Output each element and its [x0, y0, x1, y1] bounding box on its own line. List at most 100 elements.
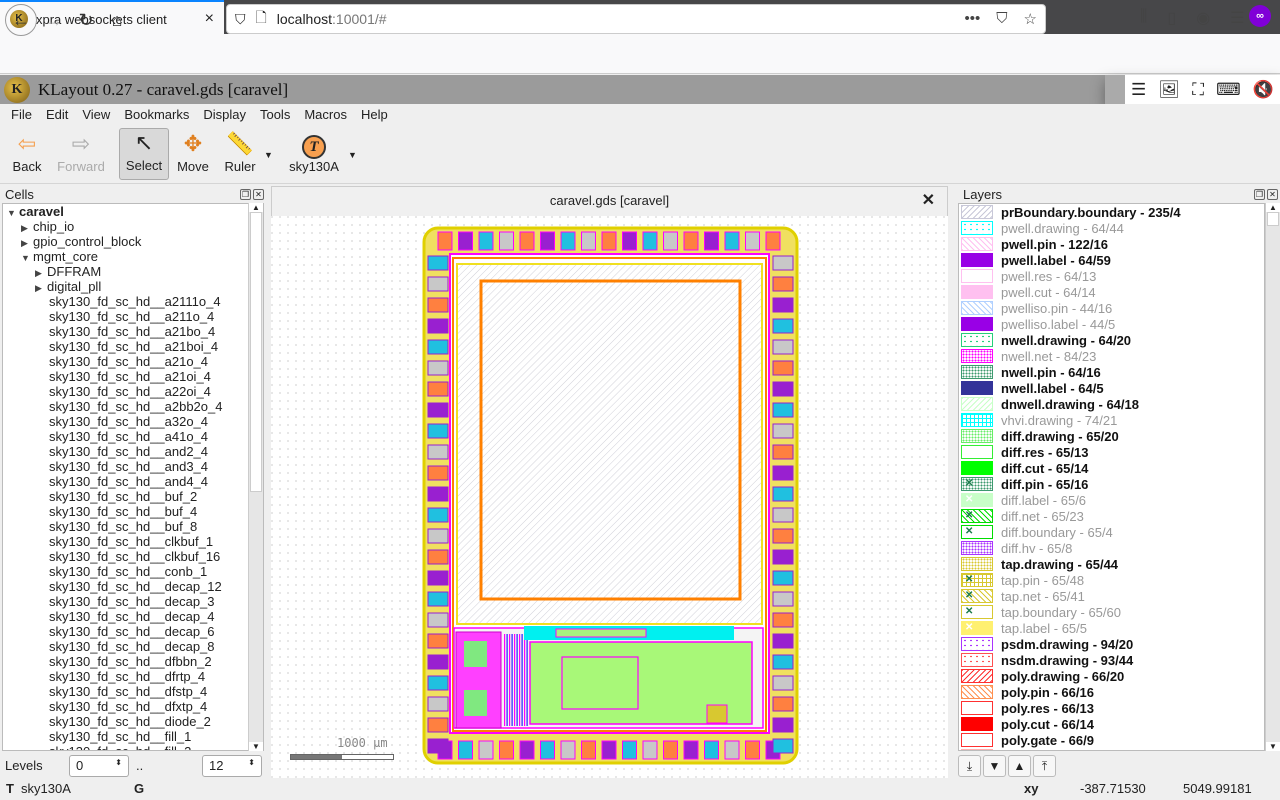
home-icon[interactable]: ⌂: [103, 6, 131, 34]
layer-item[interactable]: ✕ diff.boundary - 65/4: [959, 524, 1264, 540]
layer-item[interactable]: diff.cut - 65/14: [959, 460, 1264, 476]
layer-swatch-icon[interactable]: ✕: [961, 605, 993, 619]
layer-item[interactable]: pwell.label - 64/59: [959, 252, 1264, 268]
cell-item[interactable]: sky130_fd_sc_hd__decap_3: [3, 594, 263, 609]
layer-swatch-icon[interactable]: [961, 557, 993, 571]
menu-icon[interactable]: ☰: [1230, 8, 1244, 28]
cell-item[interactable]: sky130_fd_sc_hd__decap_4: [3, 609, 263, 624]
url-bar[interactable]: ⛉ 🗋 localhost:10001/# ••• ⛉ ☆: [226, 4, 1046, 34]
layer-swatch-icon[interactable]: [961, 205, 993, 219]
cell-item[interactable]: ▼ caravel: [3, 204, 263, 219]
cell-item[interactable]: sky130_fd_sc_hd__and3_4: [3, 459, 263, 474]
windows-icon[interactable]: 🖼: [1158, 80, 1180, 100]
layer-item[interactable]: nwell.pin - 64/16: [959, 364, 1264, 380]
layer-item[interactable]: pwell.res - 64/13: [959, 268, 1264, 284]
cell-item[interactable]: sky130_fd_sc_hd__clkbuf_16: [3, 549, 263, 564]
move-layer-top-icon[interactable]: ⤒: [1033, 755, 1056, 777]
level-to-spinbox[interactable]: 12 ⬍: [202, 755, 262, 777]
chip-layout-drawing[interactable]: [271, 216, 948, 778]
move-layer-down-icon[interactable]: ▼: [983, 755, 1006, 777]
layer-swatch-icon[interactable]: ✕: [961, 573, 993, 587]
layer-swatch-icon[interactable]: ✕: [961, 477, 993, 491]
float-panel-icon[interactable]: ❐: [1254, 188, 1265, 200]
layer-item[interactable]: poly.res - 66/13: [959, 700, 1264, 716]
layer-list-scrollbar[interactable]: ▲ ▼: [1265, 203, 1280, 751]
layer-swatch-icon[interactable]: [961, 445, 993, 459]
technology-dropdown-icon[interactable]: ▼: [348, 150, 357, 160]
close-panel-icon[interactable]: ✕: [1267, 188, 1278, 200]
layer-swatch-icon[interactable]: [961, 381, 993, 395]
layer-item[interactable]: ✕ diff.pin - 65/16: [959, 476, 1264, 492]
cell-item[interactable]: sky130_fd_sc_hd__buf_2: [3, 489, 263, 504]
layer-swatch-icon[interactable]: [961, 269, 993, 283]
cell-item[interactable]: sky130_fd_sc_hd__buf_8: [3, 519, 263, 534]
spin-arrows-icon[interactable]: ⬍: [248, 758, 255, 767]
cell-item[interactable]: ▶ digital_pll: [3, 279, 263, 294]
layer-item[interactable]: nwell.drawing - 64/20: [959, 332, 1264, 348]
layer-swatch-icon[interactable]: [961, 397, 993, 411]
more-icon[interactable]: •••: [965, 10, 981, 28]
layer-item[interactable]: poly.gate - 66/9: [959, 732, 1264, 748]
layer-item[interactable]: poly.drawing - 66/20: [959, 668, 1264, 684]
layer-swatch-icon[interactable]: [961, 221, 993, 235]
sound-muted-icon[interactable]: 🔇: [1253, 80, 1274, 100]
menu-tools[interactable]: Tools: [253, 104, 297, 126]
close-tab-icon[interactable]: ×: [205, 10, 214, 28]
layer-swatch-icon[interactable]: ✕: [961, 621, 993, 635]
cell-item[interactable]: sky130_fd_sc_hd__decap_6: [3, 624, 263, 639]
ruler-button[interactable]: 📏 Ruler: [222, 128, 258, 180]
menu-bookmarks[interactable]: Bookmarks: [117, 104, 196, 126]
layer-swatch-icon[interactable]: [961, 653, 993, 667]
close-panel-icon[interactable]: ✕: [253, 188, 264, 200]
layer-item[interactable]: poly.label - 66/5: [959, 748, 1264, 750]
pocket-icon[interactable]: ⛉: [996, 10, 1007, 28]
menu-macros[interactable]: Macros: [297, 104, 354, 126]
layer-swatch-icon[interactable]: [961, 541, 993, 555]
cell-item[interactable]: sky130_fd_sc_hd__fill_2: [3, 744, 263, 750]
cell-item[interactable]: sky130_fd_sc_hd__decap_12: [3, 579, 263, 594]
layer-item[interactable]: ✕ tap.pin - 65/48: [959, 572, 1264, 588]
layer-item[interactable]: diff.drawing - 65/20: [959, 428, 1264, 444]
layer-swatch-icon[interactable]: ✕: [961, 525, 993, 539]
layer-swatch-icon[interactable]: [961, 733, 993, 747]
layer-swatch-icon[interactable]: [961, 285, 993, 299]
layer-swatch-icon[interactable]: [961, 301, 993, 315]
keyboard-icon[interactable]: ⌨: [1216, 80, 1241, 100]
layer-item[interactable]: pwell.cut - 64/14: [959, 284, 1264, 300]
account-icon[interactable]: ◉: [1196, 8, 1210, 28]
layer-item[interactable]: diff.res - 65/13: [959, 444, 1264, 460]
menu-view[interactable]: View: [75, 104, 117, 126]
back-button[interactable]: ⇦ Back: [6, 128, 48, 180]
layer-swatch-icon[interactable]: [961, 749, 993, 750]
layer-swatch-icon[interactable]: [961, 365, 993, 379]
menu-help[interactable]: Help: [354, 104, 395, 126]
bookmark-star-icon[interactable]: ☆: [1024, 10, 1037, 28]
cell-item[interactable]: sky130_fd_sc_hd__and4_4: [3, 474, 263, 489]
cell-item[interactable]: sky130_fd_sc_hd__a21o_4: [3, 354, 263, 369]
layer-swatch-icon[interactable]: [961, 333, 993, 347]
cell-item[interactable]: sky130_fd_sc_hd__diode_2: [3, 714, 263, 729]
layer-item[interactable]: nwell.label - 64/5: [959, 380, 1264, 396]
expanded-icon[interactable]: ▼: [7, 206, 19, 221]
cell-item[interactable]: sky130_fd_sc_hd__decap_8: [3, 639, 263, 654]
fullscreen-icon[interactable]: ⛶: [1192, 80, 1204, 100]
cell-tree-scrollbar[interactable]: ▲ ▼: [248, 203, 263, 751]
layer-item[interactable]: pwell.pin - 122/16: [959, 236, 1264, 252]
layer-item[interactable]: nsdm.drawing - 93/44: [959, 652, 1264, 668]
layer-swatch-icon[interactable]: [961, 461, 993, 475]
cell-item[interactable]: sky130_fd_sc_hd__a21oi_4: [3, 369, 263, 384]
spin-arrows-icon[interactable]: ⬍: [115, 758, 122, 767]
layer-item[interactable]: ✕ tap.net - 65/41: [959, 588, 1264, 604]
cell-item[interactable]: sky130_fd_sc_hd__a21bo_4: [3, 324, 263, 339]
cell-item[interactable]: sky130_fd_sc_hd__a41o_4: [3, 429, 263, 444]
cell-item[interactable]: sky130_fd_sc_hd__conb_1: [3, 564, 263, 579]
cell-item[interactable]: sky130_fd_sc_hd__dfxtp_4: [3, 699, 263, 714]
layer-swatch-icon[interactable]: [961, 237, 993, 251]
layer-item[interactable]: dnwell.drawing - 64/18: [959, 396, 1264, 412]
layer-item[interactable]: vhvi.drawing - 74/21: [959, 412, 1264, 428]
layer-swatch-icon[interactable]: ✕: [961, 589, 993, 603]
layer-item[interactable]: pwelliso.label - 44/5: [959, 316, 1264, 332]
cell-item[interactable]: sky130_fd_sc_hd__a21boi_4: [3, 339, 263, 354]
library-icon[interactable]: ⫼: [1140, 8, 1147, 28]
layer-swatch-icon[interactable]: ✕: [961, 509, 993, 523]
